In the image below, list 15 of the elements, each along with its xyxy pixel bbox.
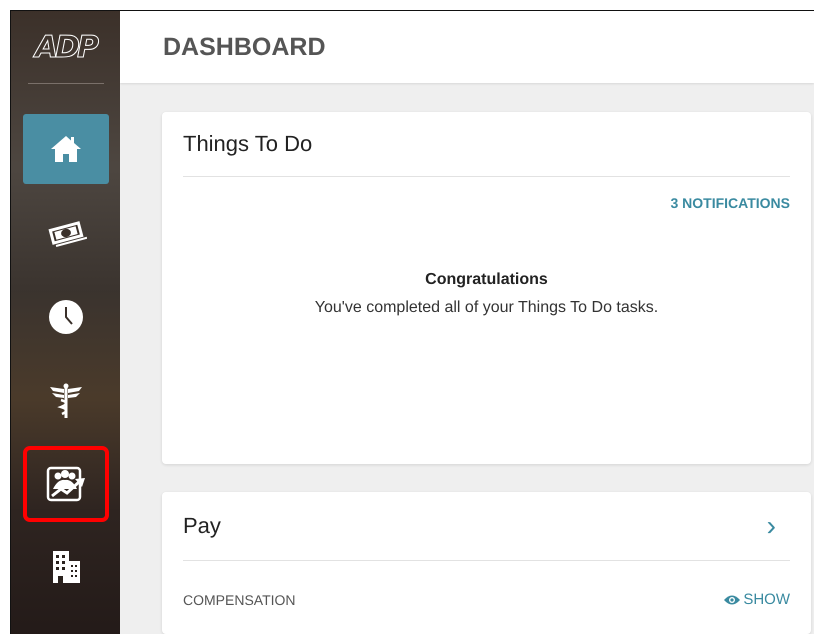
people-chart-icon (44, 465, 86, 503)
chevron-button[interactable]: › (766, 512, 790, 540)
card-title: Things To Do (183, 131, 312, 157)
section-label: COMPENSATION (183, 592, 296, 608)
message-text: You've completed all of your Things To Do tasks. (314, 299, 660, 317)
adp-logo: ADP (34, 33, 96, 63)
eye-icon (724, 594, 740, 604)
card-title: Pay (183, 513, 221, 539)
home-icon (48, 134, 82, 164)
notifications-link[interactable]: 3 NOTIFICATIONS (670, 195, 790, 211)
show-link[interactable]: SHOW (724, 591, 790, 608)
page-title: DASHBOARD (163, 32, 326, 62)
message-heading: Congratulations (424, 271, 549, 289)
caduceus-icon (48, 383, 84, 419)
clock-icon (48, 299, 84, 335)
